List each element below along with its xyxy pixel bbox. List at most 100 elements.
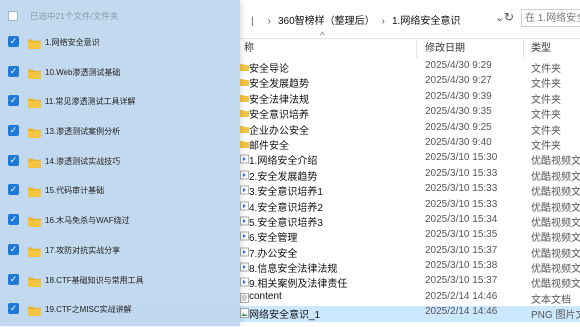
file-name: 3.安全意识培养1 bbox=[249, 187, 323, 199]
file-name: 2.安全发展趋势 bbox=[249, 171, 318, 183]
file-modified-date: 2025/4/30 9:35 bbox=[425, 106, 492, 118]
refresh-icon[interactable]: ↻ bbox=[504, 10, 514, 24]
file-type: 文件夹 bbox=[531, 79, 561, 91]
column-divider[interactable] bbox=[416, 38, 417, 58]
file-modified-date: 2025/3/10 15:33 bbox=[425, 183, 498, 195]
checkbox-checked-icon[interactable]: ✓ bbox=[8, 36, 19, 47]
file-modified-date: 2025/4/30 9:40 bbox=[425, 136, 492, 148]
video-file-icon bbox=[240, 185, 249, 195]
selection-item[interactable]: ✓ 16.木马免杀与WAF绕过 bbox=[0, 208, 240, 238]
selection-item-label: 1.网络安全意识 bbox=[45, 38, 100, 47]
file-type: 优酷视频文件 bbox=[531, 187, 580, 199]
chevron-right-icon: › bbox=[267, 16, 271, 27]
selection-item[interactable]: ✓ 13.渗透测试案例分析 bbox=[0, 119, 240, 149]
folder-icon bbox=[28, 274, 41, 287]
selection-item[interactable]: ✓ 14.渗透测试实战技巧 bbox=[0, 149, 240, 179]
file-type: 优酷视频文件 bbox=[531, 171, 580, 183]
checkbox-checked-icon[interactable]: ✓ bbox=[8, 154, 19, 166]
selection-item[interactable]: ✓ 19.CTF之MISC实战讲解 bbox=[0, 297, 240, 327]
file-type: 优酷视频文件 bbox=[531, 156, 580, 168]
folder-icon bbox=[240, 62, 249, 72]
file-modified-date: 2025/3/10 15:30 bbox=[425, 152, 498, 164]
breadcrumb-item-parent[interactable]: 360智榜样（整理后） bbox=[278, 16, 375, 27]
file-type: 优酷视频文件 bbox=[531, 233, 580, 245]
video-file-icon bbox=[240, 277, 249, 287]
file-name: 5.安全意识培养3 bbox=[249, 217, 323, 229]
file-type: 文件夹 bbox=[531, 125, 561, 137]
file-name: 邮件安全 bbox=[249, 140, 289, 152]
file-name: 网络安全意识_1 bbox=[249, 310, 321, 322]
selection-item[interactable]: ✓ 1.网络安全意识 bbox=[0, 30, 240, 60]
checkbox-checked-icon[interactable]: ✓ bbox=[8, 65, 19, 77]
checkbox-checked-icon[interactable]: ✓ bbox=[8, 273, 19, 285]
selection-item[interactable]: ✓ 15.代码审计基础 bbox=[0, 178, 240, 208]
checkbox-checked-icon[interactable]: ✓ bbox=[8, 303, 19, 315]
file-type: 优酷视频文件 bbox=[531, 202, 580, 214]
chevron-right-icon: › bbox=[381, 16, 385, 27]
selection-item[interactable]: ✓ 18.CTF基础知识与常用工具 bbox=[0, 268, 240, 298]
selection-item-label: 15.代码审计基础 bbox=[45, 186, 105, 196]
selection-item[interactable]: ✓ 11.常见渗透测试工具详解 bbox=[0, 89, 240, 119]
file-type: 文件夹 bbox=[531, 140, 561, 152]
file-name: 4.安全意识培养2 bbox=[249, 202, 323, 214]
file-name: 企业办公安全 bbox=[249, 125, 309, 137]
file-name: 8.信息安全法律法规 bbox=[249, 264, 338, 276]
file-modified-date: 2025/4/30 9:25 bbox=[425, 121, 492, 133]
chevron-down-icon[interactable]: ⌄ bbox=[495, 11, 504, 24]
checkbox-checked-icon[interactable]: ✓ bbox=[8, 125, 19, 137]
folder-icon bbox=[240, 77, 249, 87]
video-file-icon bbox=[240, 154, 249, 164]
selection-item-label: 18.CTF基础知识与常用工具 bbox=[45, 275, 144, 285]
selection-item[interactable]: ✓ 17.攻防对抗实战分享 bbox=[0, 238, 240, 268]
file-type: 优酷视频文件 bbox=[531, 248, 580, 260]
selection-item-label: 13.渗透测试案例分析 bbox=[45, 127, 121, 137]
file-type: 文件夹 bbox=[531, 94, 561, 106]
file-type: 优酷视频文件 bbox=[531, 217, 580, 229]
selection-item[interactable]: ✓ 10.Web渗透测试基础 bbox=[0, 60, 240, 90]
column-header-name[interactable]: 称 bbox=[244, 39, 254, 54]
file-modified-date: 2025/3/10 15:37 bbox=[425, 244, 498, 256]
file-modified-date: 2025/3/10 15:33 bbox=[425, 198, 498, 210]
file-name: 7.办公安全 bbox=[249, 248, 298, 260]
column-divider[interactable] bbox=[523, 38, 524, 58]
breadcrumb-separator: | bbox=[251, 16, 254, 27]
file-modified-date: 2025/4/30 9:27 bbox=[425, 75, 492, 87]
file-modified-date: 2025/3/10 15:37 bbox=[425, 275, 498, 287]
selection-header: 已选中21个文件/文件夹 bbox=[0, 0, 240, 33]
checkbox-checked-icon[interactable]: ✓ bbox=[8, 95, 19, 107]
select-all-checkbox[interactable] bbox=[8, 11, 18, 21]
file-modified-date: 2025/3/10 15:33 bbox=[425, 167, 498, 179]
checkbox-checked-icon[interactable]: ✓ bbox=[8, 243, 19, 255]
file-modified-date: 2025/2/14 14:46 bbox=[425, 306, 498, 318]
folder-icon bbox=[28, 214, 41, 228]
file-name: 9.相关案例及法律责任 bbox=[249, 279, 348, 291]
checkbox-checked-icon[interactable]: ✓ bbox=[8, 184, 19, 196]
file-modified-date: 2025/3/10 15:34 bbox=[425, 213, 498, 225]
search-input[interactable]: 在 1.网络安全 bbox=[521, 9, 580, 27]
file-type: 文本文档 bbox=[531, 294, 571, 306]
breadcrumb-item-current[interactable]: 1.网络安全意识 bbox=[392, 16, 460, 27]
file-type: 文件夹 bbox=[531, 110, 561, 122]
selection-item-label: 19.CTF之MISC实战讲解 bbox=[45, 305, 132, 315]
file-modified-date: 2025/2/14 14:46 bbox=[425, 290, 498, 302]
column-header-modified[interactable]: 修改日期 bbox=[425, 39, 465, 54]
selection-panel: 已选中21个文件/文件夹 ✓ 1.网络安全意识 ✓ 10.Web渗透测试基础 ✓ 11.常… bbox=[0, 0, 240, 326]
selection-item-label: 14.渗透测试实战技巧 bbox=[45, 156, 121, 166]
folder-icon bbox=[28, 184, 41, 198]
text-file-icon bbox=[240, 292, 249, 303]
folder-icon bbox=[240, 93, 249, 103]
file-type: 优酷视频文件 bbox=[531, 264, 580, 276]
selection-item-label: 17.攻防对抗实战分享 bbox=[45, 245, 121, 255]
file-type: PNG 图片文件 bbox=[531, 310, 580, 322]
folder-icon bbox=[240, 108, 249, 118]
file-type: 优酷视频文件 bbox=[531, 279, 580, 291]
column-header-type[interactable]: 类型 bbox=[531, 39, 551, 54]
file-modified-date: 2025/4/30 9:39 bbox=[425, 90, 492, 102]
video-file-icon bbox=[240, 216, 249, 226]
file-name: 安全法律法规 bbox=[249, 94, 309, 106]
folder-icon bbox=[28, 95, 41, 109]
file-modified-date: 2025/4/30 9:29 bbox=[425, 60, 492, 71]
checkbox-checked-icon[interactable]: ✓ bbox=[8, 214, 19, 226]
video-file-icon bbox=[240, 262, 249, 272]
file-name: 安全发展趋势 bbox=[249, 79, 309, 91]
